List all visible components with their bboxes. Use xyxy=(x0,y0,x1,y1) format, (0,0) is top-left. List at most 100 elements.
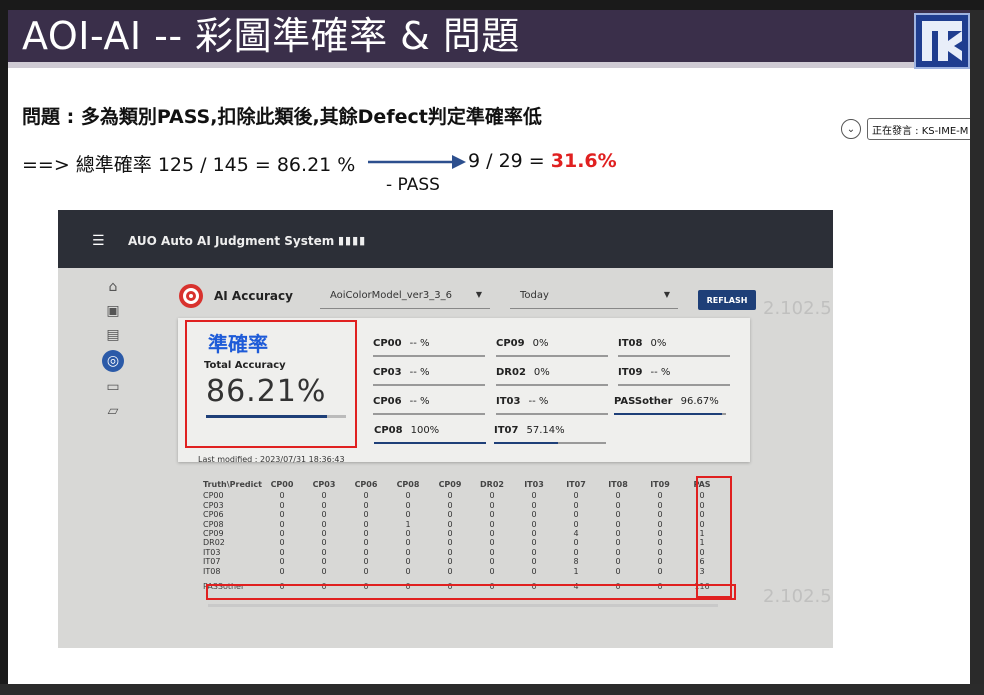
stat-code: CP09 xyxy=(496,338,525,349)
reflash-button[interactable]: REFLASH xyxy=(698,290,756,310)
home-icon[interactable]: ⌂ xyxy=(102,278,124,296)
result-highlight: 31.6% xyxy=(550,150,617,172)
matrix-column-header: IT03 xyxy=(524,480,544,489)
stat-code: CP00 xyxy=(373,338,402,349)
matrix-cell: 0 xyxy=(531,557,537,567)
matrix-column-header: CP09 xyxy=(438,480,462,489)
matrix-cell: 0 xyxy=(489,538,495,548)
stat-value: 57.14% xyxy=(526,425,565,436)
matrix-row-label: CP08 xyxy=(203,519,224,529)
table-row: CP00 0 0 0 0 0 0 0 0 0 0 0 xyxy=(203,491,743,500)
app-name: AUO Auto AI Judgment System xyxy=(128,234,335,248)
watermark: 2.102.51 2023-08-02 xyxy=(763,586,833,607)
box-icon[interactable]: ▣ xyxy=(102,302,124,320)
stat-cp06: CP06 -- % xyxy=(373,396,430,407)
matrix-row-label: CP09 xyxy=(203,528,224,538)
matrix-column-header: DR02 xyxy=(480,480,504,489)
horizontal-scrollbar[interactable] xyxy=(208,604,718,607)
matrix-cell: 0 xyxy=(573,500,579,510)
matrix-row-label: IT08 xyxy=(203,566,221,576)
stat-bar-track xyxy=(373,384,485,386)
table-row: CP06 0 0 0 0 0 0 0 0 0 0 0 xyxy=(203,510,743,519)
result: 9 / 29 = 31.6% xyxy=(468,150,617,172)
matrix-row-label: IT07 xyxy=(203,557,221,567)
matrix-column-header: CP03 xyxy=(312,480,336,489)
slide-header: AOI-AI -- 彩圖準確率 & 問題 xyxy=(8,10,970,62)
matrix-cell: 0 xyxy=(279,566,285,576)
matrix-cell: 0 xyxy=(489,500,495,510)
hamburger-icon[interactable]: ☰ xyxy=(92,233,105,249)
folder-icon[interactable]: ▱ xyxy=(102,402,124,420)
matrix-corner: Truth\Predict xyxy=(203,480,262,489)
table-row: IT03 0 0 0 0 0 0 0 0 0 0 0 xyxy=(203,548,743,557)
stat-passother: PASSother 96.67% xyxy=(614,396,719,407)
speaker-indicator: ⌄ 正在發言 : KS-IME-M xyxy=(841,116,970,142)
ai-target-icon xyxy=(179,284,203,308)
stat-it09: IT09 -- % xyxy=(618,367,670,378)
matrix-column-header: IT07 xyxy=(566,480,586,489)
matrix-cell: 0 xyxy=(531,538,537,548)
matrix-cell: 0 xyxy=(573,519,579,529)
watermark: 2.102.51 2023-08-02 xyxy=(763,298,833,319)
matrix-cell: 0 xyxy=(657,566,663,576)
matrix-cell: 0 xyxy=(279,510,285,520)
stat-bar-fill xyxy=(614,413,723,415)
matrix-cell: 0 xyxy=(657,557,663,567)
gallery-icon[interactable]: ▤ xyxy=(102,326,124,344)
accuracy-zh-label: 準確率 xyxy=(208,332,268,356)
stat-bar-fill xyxy=(494,442,558,444)
model-select[interactable]: AoiColorModel_ver3_3_6 ▼ xyxy=(320,284,490,309)
stat-dr02: DR02 0% xyxy=(496,367,550,378)
stat-value: 0% xyxy=(533,367,550,378)
matrix-cell: 0 xyxy=(363,547,369,557)
matrix-cell: 0 xyxy=(279,500,285,510)
stat-bar-track xyxy=(373,413,485,415)
table-row: DR02 0 0 0 0 0 0 0 0 0 0 1 xyxy=(203,538,743,547)
matrix-cell: 0 xyxy=(615,557,621,567)
matrix-cell: 0 xyxy=(615,491,621,501)
stat-cp03: CP03 -- % xyxy=(373,367,430,378)
stat-code: CP03 xyxy=(373,367,402,378)
matrix-cell: 0 xyxy=(447,547,453,557)
matrix-row-label: DR02 xyxy=(203,538,225,548)
target-icon[interactable]: ◎ xyxy=(102,350,124,372)
stat-code: CP06 xyxy=(373,396,402,407)
last-modified: Last modified : 2023/07/31 18:36:43 xyxy=(198,455,345,464)
monitor-icon[interactable]: ▭ xyxy=(102,378,124,396)
confusion-matrix: Truth\Predict CP00 CP03 CP06 CP08 CP09 DR02 IT0… xyxy=(203,480,743,591)
model-select-value: AoiColorModel_ver3_3_6 xyxy=(330,290,452,301)
matrix-cell: 0 xyxy=(363,510,369,520)
matrix-cell: 0 xyxy=(447,500,453,510)
result-prefix: 9 / 29 = xyxy=(468,150,551,172)
matrix-cell: 0 xyxy=(321,547,327,557)
chevron-down-icon[interactable]: ⌄ xyxy=(841,119,861,139)
matrix-cell: 0 xyxy=(447,557,453,567)
table-row: CP09 0 0 0 0 0 0 0 4 0 0 1 xyxy=(203,529,743,538)
slide-title: AOI-AI -- 彩圖準確率 & 問題 xyxy=(22,14,520,58)
matrix-cell: 0 xyxy=(405,557,411,567)
matrix-cell: 0 xyxy=(531,566,537,576)
passother-row-highlight xyxy=(206,584,736,600)
stat-value: -- % xyxy=(409,367,430,378)
stat-value: 0% xyxy=(532,338,549,349)
range-select[interactable]: Today ▼ xyxy=(510,284,678,309)
matrix-row-label: IT03 xyxy=(203,547,221,557)
matrix-cell: 0 xyxy=(531,519,537,529)
matrix-cell: 0 xyxy=(657,500,663,510)
matrix-cell: 1 xyxy=(573,566,579,576)
matrix-header: Truth\Predict CP00 CP03 CP06 CP08 CP09 DR02 IT0… xyxy=(203,480,743,489)
stat-code: IT08 xyxy=(618,338,643,349)
stat-bar-track xyxy=(496,413,608,415)
matrix-cell: 0 xyxy=(657,547,663,557)
matrix-cell: 0 xyxy=(657,519,663,529)
table-row: IT08 0 0 0 0 0 0 0 1 0 0 3 xyxy=(203,567,743,576)
matrix-cell: 0 xyxy=(447,519,453,529)
matrix-cell: 0 xyxy=(615,528,621,538)
matrix-cell: 0 xyxy=(279,557,285,567)
problem-statement: 問題 : 多為類別PASS,扣除此類後,其餘Defect判定準確率低 xyxy=(22,106,542,128)
matrix-cell: 0 xyxy=(363,538,369,548)
title-underline xyxy=(8,62,970,68)
company-logo xyxy=(914,13,970,69)
stat-it03: IT03 -- % xyxy=(496,396,548,407)
matrix-cell: 0 xyxy=(321,538,327,548)
